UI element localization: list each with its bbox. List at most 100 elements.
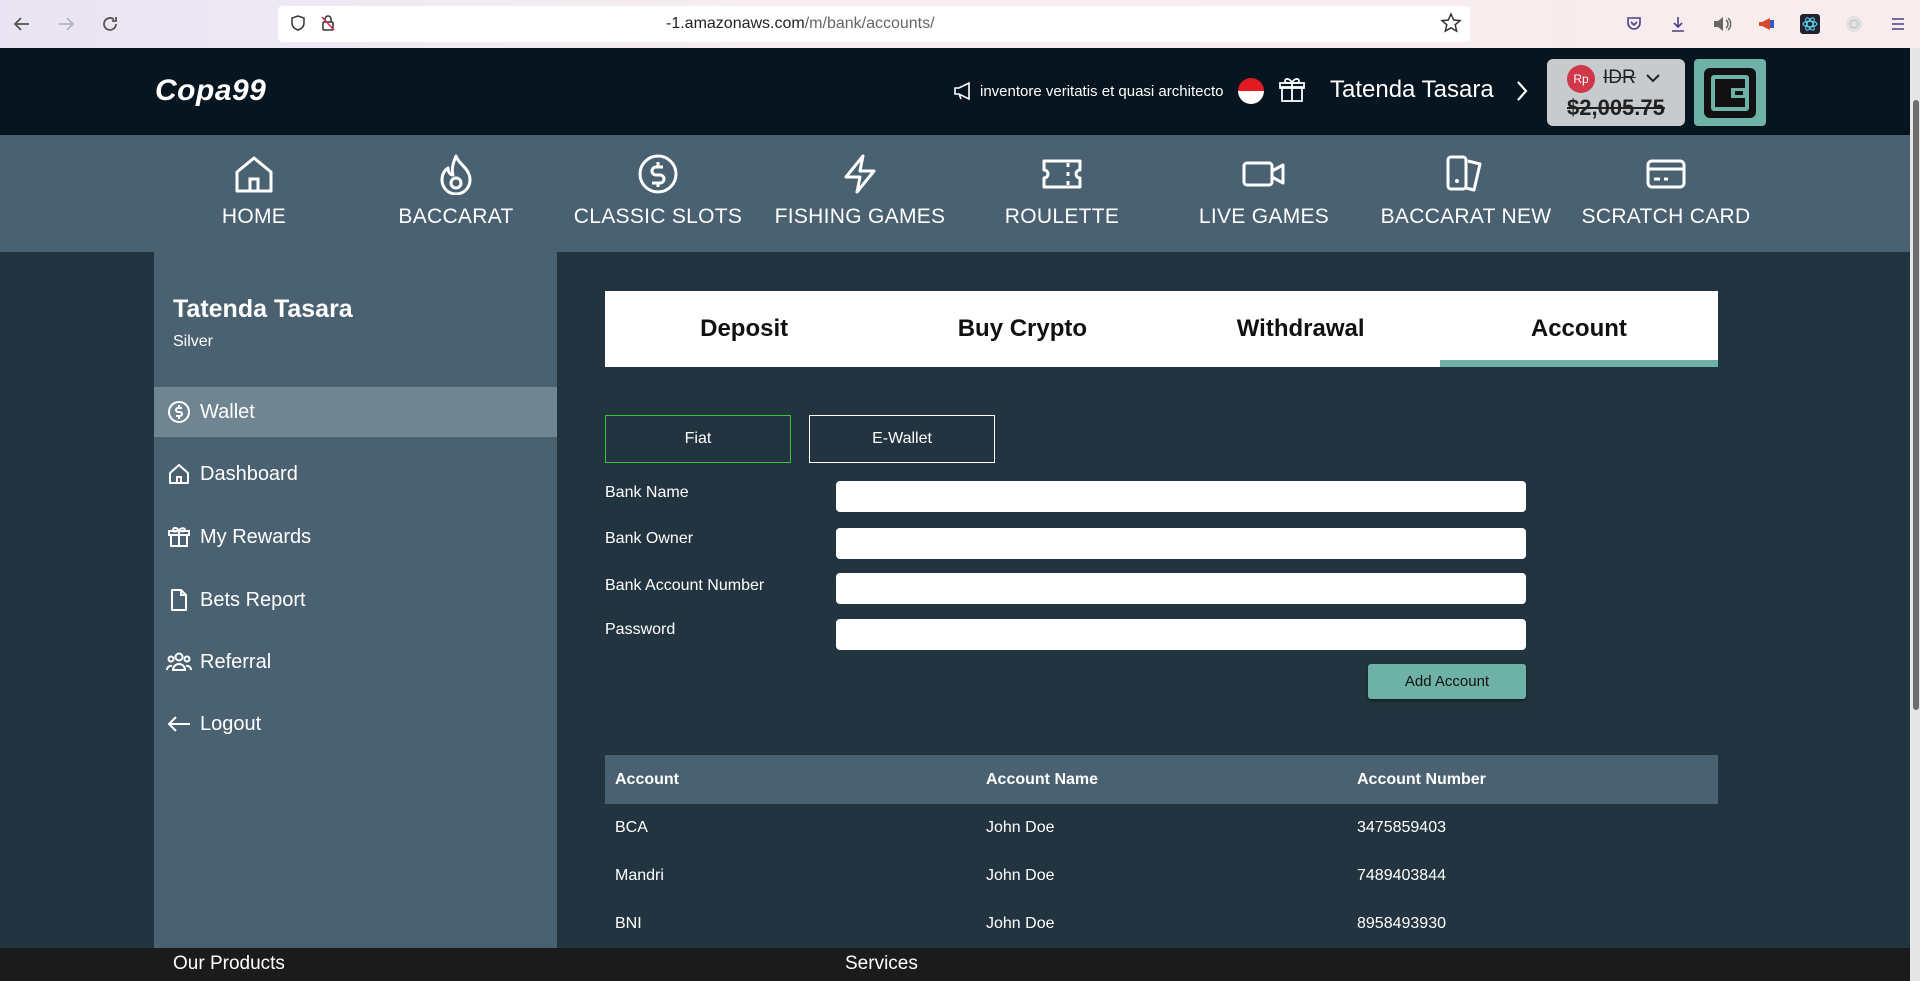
dollar-coin-icon: [154, 400, 200, 424]
flame-icon: [436, 153, 476, 195]
video-icon: [1241, 153, 1287, 195]
menu-icon[interactable]: [1876, 0, 1920, 48]
password-input[interactable]: [836, 619, 1526, 650]
accounts-table: Account Account Name Account Number BCA …: [605, 755, 1718, 948]
chevron-down-icon[interactable]: [1645, 71, 1661, 89]
column-header-account[interactable]: Account: [605, 771, 976, 789]
table-row[interactable]: BCA John Doe 3475859403: [605, 804, 1718, 852]
sidebar-item-referral[interactable]: Referral: [154, 637, 557, 687]
site-footer: Our Products Services: [0, 948, 1910, 981]
footer-services[interactable]: Services: [845, 953, 918, 975]
tab-account[interactable]: Account: [1439, 291, 1719, 367]
account-sidebar: Tatenda Tasara Silver Wallet Dashboard M…: [154, 252, 557, 948]
table-cell: 7489403844: [1357, 867, 1446, 884]
sidebar-item-dashboard[interactable]: Dashboard: [154, 449, 557, 499]
site-logo[interactable]: Copa99: [155, 74, 266, 108]
document-icon: [154, 588, 200, 612]
forward-button[interactable]: [44, 0, 88, 48]
arrow-left-icon: [154, 712, 200, 736]
wallet-button[interactable]: [1694, 59, 1766, 126]
category-roulette[interactable]: ROULETTE: [962, 153, 1162, 229]
category-baccarat-new[interactable]: BACCARAT NEW: [1366, 153, 1566, 229]
gift-icon[interactable]: [1278, 76, 1306, 109]
table-row[interactable]: BNI John Doe 8958493930: [605, 900, 1718, 948]
category-scratch-card[interactable]: SCRATCH CARD: [1566, 153, 1766, 229]
home-icon: [154, 462, 200, 486]
table-cell: John Doe: [986, 867, 1055, 884]
speaker-icon[interactable]: [1700, 0, 1744, 48]
category-live-games[interactable]: LIVE GAMES: [1164, 153, 1364, 229]
insecure-lock-icon: [312, 14, 344, 32]
category-label: LIVE GAMES: [1198, 205, 1330, 228]
table-cell: John Doe: [986, 915, 1055, 932]
category-label: FISHING GAMES: [774, 205, 946, 228]
chevron-right-icon[interactable]: [1515, 79, 1529, 108]
profile-ext-icon[interactable]: [1832, 0, 1876, 48]
page-scrollbar[interactable]: [1910, 48, 1920, 981]
footer-our-products[interactable]: Our Products: [173, 953, 285, 975]
tab-deposit[interactable]: Deposit: [605, 291, 883, 367]
indonesia-flag-icon[interactable]: [1238, 78, 1264, 104]
bank-owner-label: Bank Owner: [605, 530, 694, 547]
sidebar-item-bets-report[interactable]: Bets Report: [154, 575, 557, 625]
megaphone-icon: [954, 81, 970, 101]
category-label: BACCARAT NEW: [1380, 205, 1552, 228]
balance-amount: $2,005.75: [1567, 95, 1665, 120]
currency-badge: Rp: [1567, 65, 1595, 93]
category-classic-slots[interactable]: CLASSIC SLOTS: [558, 153, 758, 229]
category-baccarat[interactable]: BACCARAT: [356, 153, 556, 229]
category-fishing-games[interactable]: FISHING GAMES: [760, 153, 960, 229]
table-cell: Mandri: [615, 867, 664, 884]
lightning-icon: [840, 153, 880, 195]
wallet-icon: [1704, 67, 1756, 118]
reload-button[interactable]: [88, 0, 132, 48]
megaphone-ext-icon[interactable]: [1744, 0, 1788, 48]
main-content: Deposit Buy Crypto Withdrawal Account Fi…: [557, 252, 1910, 948]
header-user-name[interactable]: Tatenda Tasara: [1330, 76, 1494, 104]
arrow-left-icon: [13, 17, 29, 31]
ticket-icon: [1040, 153, 1084, 195]
scrollbar-thumb[interactable]: [1913, 100, 1919, 710]
reload-icon: [103, 17, 117, 31]
tab-withdrawal[interactable]: Withdrawal: [1162, 291, 1440, 367]
table-cell: 3475859403: [1357, 819, 1446, 836]
sidebar-item-label: Logout: [200, 712, 262, 735]
balance-widget[interactable]: Rp IDR $2,005.75: [1547, 59, 1685, 126]
wallet-tabs: Deposit Buy Crypto Withdrawal Account: [605, 291, 1719, 367]
category-home[interactable]: HOME: [154, 153, 354, 229]
announcement: inventore veritatis et quasi architecto: [952, 81, 1223, 101]
pocket-icon[interactable]: [1612, 0, 1656, 48]
cards-icon: [1444, 153, 1488, 195]
bank-account-number-input[interactable]: [836, 573, 1526, 604]
shield-icon: [282, 14, 314, 32]
sidebar-item-logout[interactable]: Logout: [154, 699, 557, 749]
home-icon: [232, 153, 276, 195]
column-header-account-name[interactable]: Account Name: [976, 771, 1347, 789]
table-row[interactable]: Mandri John Doe 7489403844: [605, 852, 1718, 900]
back-button[interactable]: [0, 0, 44, 48]
sidebar-item-label: Dashboard: [200, 462, 298, 485]
category-label: SCRATCH CARD: [1581, 205, 1751, 228]
bank-owner-input[interactable]: [836, 528, 1526, 559]
sidebar-item-wallet[interactable]: Wallet: [154, 387, 557, 437]
url-text: -1.amazonaws.com/m/bank/accounts/: [666, 15, 935, 32]
subtab-e-wallet[interactable]: E-Wallet: [809, 415, 995, 463]
download-icon[interactable]: [1656, 0, 1700, 48]
subtab-fiat[interactable]: Fiat: [605, 415, 791, 463]
bank-account-number-label: Bank Account Number: [605, 577, 765, 594]
column-header-account-number[interactable]: Account Number: [1347, 771, 1718, 789]
category-nav: HOME BACCARAT CLASSIC SLOTS FISHING GAME…: [0, 135, 1910, 252]
add-account-button[interactable]: Add Account: [1368, 664, 1526, 699]
browser-toolbar: -1.amazonaws.com/m/bank/accounts/: [0, 0, 1920, 48]
table-cell: BCA: [615, 819, 648, 836]
bookmark-star-icon[interactable]: [1440, 12, 1462, 39]
currency-code: IDR: [1603, 67, 1636, 88]
address-bar[interactable]: -1.amazonaws.com/m/bank/accounts/: [278, 6, 1470, 42]
category-label: HOME: [221, 205, 287, 228]
sidebar-item-my-rewards[interactable]: My Rewards: [154, 512, 557, 562]
bank-name-input[interactable]: [836, 481, 1526, 512]
tab-buy-crypto[interactable]: Buy Crypto: [883, 291, 1161, 367]
react-devtools-icon[interactable]: [1788, 0, 1832, 48]
table-cell: BNI: [615, 915, 642, 932]
bank-name-label: Bank Name: [605, 484, 689, 501]
